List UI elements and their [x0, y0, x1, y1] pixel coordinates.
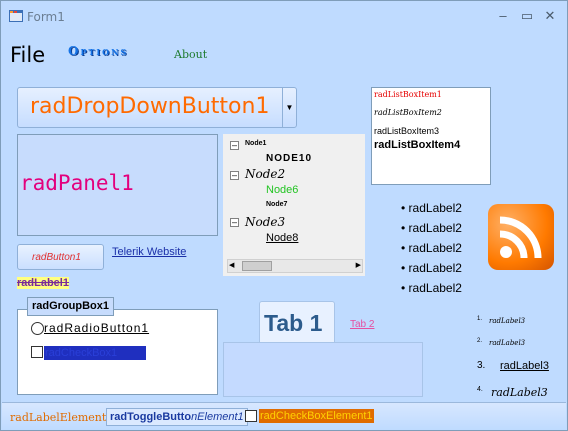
- tree-node[interactable]: Node7: [266, 201, 287, 208]
- status-strip: radLabelElement radToggleButtonElement1 …: [2, 402, 566, 430]
- tree-node[interactable]: Node1: [245, 140, 266, 147]
- tab-1[interactable]: Tab 1: [259, 301, 335, 343]
- tree-node[interactable]: Node3: [245, 215, 285, 229]
- rad-button[interactable]: radButton1: [17, 244, 104, 270]
- list-item: • radLabel2: [401, 281, 462, 295]
- status-label: radLabelElement: [10, 411, 107, 424]
- app-icon: [9, 10, 23, 22]
- list-box-item[interactable]: radListBoxItem2: [374, 108, 442, 117]
- collapse-icon[interactable]: –: [230, 171, 239, 180]
- radio-circle-icon[interactable]: [31, 322, 44, 335]
- status-toggle-button[interactable]: radToggleButtonElement1: [106, 408, 248, 426]
- panel-label: radPanel1: [20, 171, 134, 195]
- list-box-item[interactable]: radListBoxItem3: [374, 126, 439, 136]
- maximize-button[interactable]: ▭: [519, 8, 535, 24]
- rad-label-1: radLabel1: [17, 277, 69, 289]
- tab-2[interactable]: Tab 2: [350, 319, 374, 330]
- window-title: Form1: [27, 10, 65, 24]
- title-bar[interactable]: Form1 – ▭ ✕: [1, 1, 567, 31]
- menu-about[interactable]: About: [174, 48, 207, 61]
- tree-node[interactable]: Node6: [266, 184, 298, 196]
- menu-bar: File Options About: [2, 31, 566, 75]
- collapse-icon[interactable]: –: [230, 141, 239, 150]
- menu-options[interactable]: Options: [68, 44, 128, 58]
- dropdown-button[interactable]: radDropDownButton1 ▼: [17, 87, 297, 128]
- scroll-right-icon[interactable]: ▶: [356, 261, 361, 269]
- tree-node[interactable]: Node2: [245, 167, 285, 181]
- checkbox-square-icon[interactable]: [31, 346, 43, 358]
- horizontal-scrollbar[interactable]: ◀ ▶: [227, 259, 363, 273]
- list-item: • radLabel2: [401, 221, 462, 235]
- tree-node[interactable]: Node8: [266, 232, 298, 244]
- check-box-label[interactable]: radCheckBox1: [44, 346, 146, 360]
- minimize-button[interactable]: –: [495, 8, 511, 24]
- status-check-box-label[interactable]: radCheckBoxElement1: [259, 409, 374, 423]
- telerik-website-link[interactable]: Telerik Website: [112, 246, 186, 258]
- dropdown-button-label: radDropDownButton1: [30, 94, 270, 119]
- list-item: • radLabel2: [401, 201, 462, 215]
- list-box-item[interactable]: radListBoxItem1: [374, 90, 442, 99]
- group-box-header: radGroupBox1: [27, 297, 115, 316]
- list-item: • radLabel2: [401, 261, 462, 275]
- tab-content: [223, 342, 423, 397]
- tab-1-label: Tab 1: [264, 310, 323, 336]
- form-window: Form1 – ▭ ✕ File Options About radDropDo…: [0, 0, 568, 431]
- collapse-icon[interactable]: –: [230, 218, 239, 227]
- tree-node[interactable]: NODE10: [266, 153, 312, 164]
- list-item: • radLabel2: [401, 241, 462, 255]
- scroll-left-icon[interactable]: ◀: [229, 261, 234, 269]
- scroll-thumb[interactable]: [242, 261, 272, 271]
- rad-panel: radPanel1: [17, 134, 218, 236]
- menu-file[interactable]: File: [10, 43, 45, 67]
- checkbox-square-icon[interactable]: [245, 410, 257, 422]
- radio-button-label[interactable]: radRadioButton1: [44, 321, 149, 335]
- tab-strip: Tab 1 Tab 2: [223, 301, 423, 397]
- list-box-item[interactable]: radListBoxItem4: [374, 139, 460, 151]
- rad-button-label: radButton1: [32, 252, 81, 263]
- close-button[interactable]: ✕: [542, 8, 558, 24]
- list-box[interactable]: radListBoxItem1 radListBoxItem2 radListB…: [371, 87, 491, 185]
- tree-view[interactable]: – Node1 NODE10 – Node2 Node6 Node7 – Nod…: [223, 134, 365, 276]
- rss-icon: [488, 204, 554, 270]
- chevron-down-icon[interactable]: ▼: [282, 88, 296, 127]
